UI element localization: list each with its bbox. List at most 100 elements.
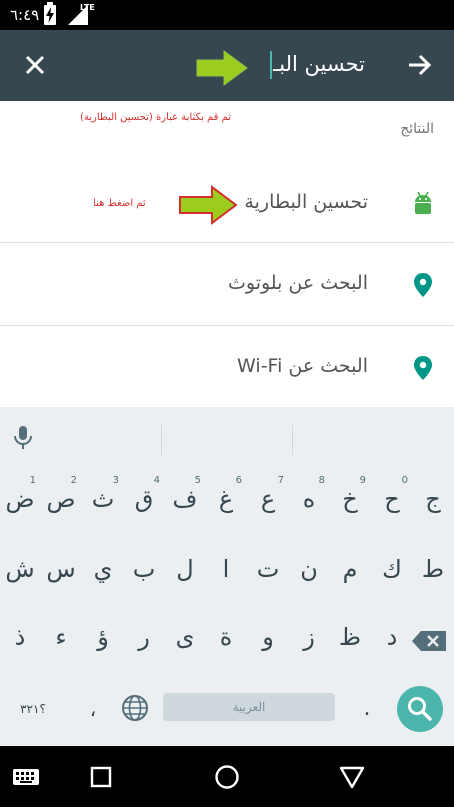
key[interactable]: ا: [206, 543, 246, 597]
backspace-icon: [412, 631, 446, 651]
key-char: ج: [425, 485, 441, 513]
result-item-label: البحث عن Wi-Fi: [237, 355, 368, 377]
search-input[interactable]: تحسين البـ: [120, 44, 365, 86]
backspace-key[interactable]: [410, 621, 448, 661]
key[interactable]: ج: [413, 473, 453, 527]
key-char: ث: [91, 485, 115, 513]
key[interactable]: 8ه: [289, 473, 329, 527]
keyboard-switch-button[interactable]: [11, 762, 41, 792]
status-time: ٦:٤٩: [10, 6, 40, 24]
key[interactable]: و: [248, 611, 288, 665]
search-key[interactable]: [397, 686, 443, 732]
key[interactable]: 1ض: [0, 473, 40, 527]
key-char: ق: [134, 485, 154, 513]
key-char: ؤ: [97, 623, 109, 651]
suggestion-strip: [0, 407, 454, 465]
back-button[interactable]: [337, 762, 367, 792]
key[interactable]: ظ: [330, 611, 370, 665]
back-icon: [339, 766, 365, 789]
recents-button[interactable]: [86, 762, 116, 792]
key-char: ط: [421, 555, 445, 583]
key-char: م: [342, 555, 358, 583]
result-item-wifi[interactable]: البحث عن Wi-Fi: [0, 326, 454, 407]
search-input-text: تحسين البـ: [273, 52, 365, 76]
globe-icon: [122, 695, 148, 721]
key[interactable]: ك: [372, 543, 412, 597]
network-type-label: LTE: [80, 3, 95, 12]
result-item-bluetooth[interactable]: البحث عن بلوتوث: [0, 243, 454, 325]
android-icon: [415, 191, 431, 214]
key-char: ن: [300, 555, 318, 583]
search-toolbar: تحسين البـ: [0, 30, 454, 101]
search-results: ثم قم بكتابة عبارة (تحسين البطارية) النت…: [0, 101, 454, 407]
key[interactable]: 2ص: [41, 473, 81, 527]
key[interactable]: 4ق: [124, 473, 164, 527]
key-char: ف: [172, 485, 198, 513]
key-char: ى: [175, 623, 195, 651]
key[interactable]: ن: [289, 543, 329, 597]
home-button[interactable]: [212, 762, 242, 792]
key-char: و: [262, 623, 274, 651]
key[interactable]: ر: [124, 611, 164, 665]
suggestion-separator: [161, 425, 162, 455]
key[interactable]: 5ف: [165, 473, 205, 527]
symbols-key[interactable]: ؟٣٢١: [4, 689, 62, 729]
battery-charging-icon: [44, 2, 56, 25]
key[interactable]: ز: [289, 611, 329, 665]
comma-key[interactable]: ،: [76, 689, 110, 729]
key-char: ظ: [338, 623, 362, 651]
language-key[interactable]: [120, 693, 150, 723]
key-char: ذ: [14, 623, 26, 651]
key[interactable]: ؤ: [83, 611, 123, 665]
key[interactable]: ء: [41, 611, 81, 665]
key[interactable]: ط: [413, 543, 453, 597]
key-char: ء: [55, 623, 67, 651]
key-char: ت: [256, 555, 280, 583]
key[interactable]: ى: [165, 611, 205, 665]
search-icon: [408, 697, 432, 721]
key[interactable]: ذ: [0, 611, 40, 665]
key-char: ش: [5, 555, 35, 583]
key[interactable]: ت: [248, 543, 288, 597]
key[interactable]: 3ث: [83, 473, 123, 527]
key-char: ه: [302, 485, 316, 513]
keyboard-icon: [13, 769, 39, 785]
key-char: ا: [222, 555, 230, 583]
result-item-label: تحسين البطارية: [244, 191, 368, 213]
key[interactable]: 0ح: [372, 473, 412, 527]
key-char: خ: [342, 485, 358, 513]
key-char: ز: [303, 623, 315, 651]
key-char: ك: [382, 555, 402, 583]
key-char: ع: [260, 485, 276, 513]
text-caret: [270, 51, 272, 79]
period-key[interactable]: .: [352, 689, 382, 729]
home-icon: [215, 765, 239, 789]
key[interactable]: س: [41, 543, 81, 597]
key[interactable]: ش: [0, 543, 40, 597]
key-char: ب: [132, 555, 156, 583]
microphone-icon[interactable]: [12, 425, 34, 451]
close-icon: [25, 55, 45, 75]
key[interactable]: 6غ: [206, 473, 246, 527]
arrow-right-icon: [409, 54, 432, 76]
close-button[interactable]: [18, 48, 52, 82]
status-bar: ٦:٤٩ LTE: [0, 0, 454, 30]
result-item-label: البحث عن بلوتوث: [228, 272, 368, 294]
submit-search-button[interactable]: [402, 48, 436, 82]
key[interactable]: د: [372, 611, 412, 665]
key-char: ر: [138, 623, 150, 651]
key[interactable]: ة: [206, 611, 246, 665]
key[interactable]: م: [330, 543, 370, 597]
key-char: د: [386, 623, 398, 651]
key[interactable]: ل: [165, 543, 205, 597]
results-header: النتائج: [400, 121, 434, 137]
key-char: ل: [176, 555, 194, 583]
key[interactable]: 9خ: [330, 473, 370, 527]
navigation-bar: [0, 746, 454, 807]
key[interactable]: ب: [124, 543, 164, 597]
key-char: س: [46, 555, 76, 583]
space-key-label: العربية: [232, 700, 266, 714]
space-key[interactable]: العربية: [163, 693, 335, 721]
key[interactable]: ي: [83, 543, 123, 597]
key[interactable]: 7ع: [248, 473, 288, 527]
